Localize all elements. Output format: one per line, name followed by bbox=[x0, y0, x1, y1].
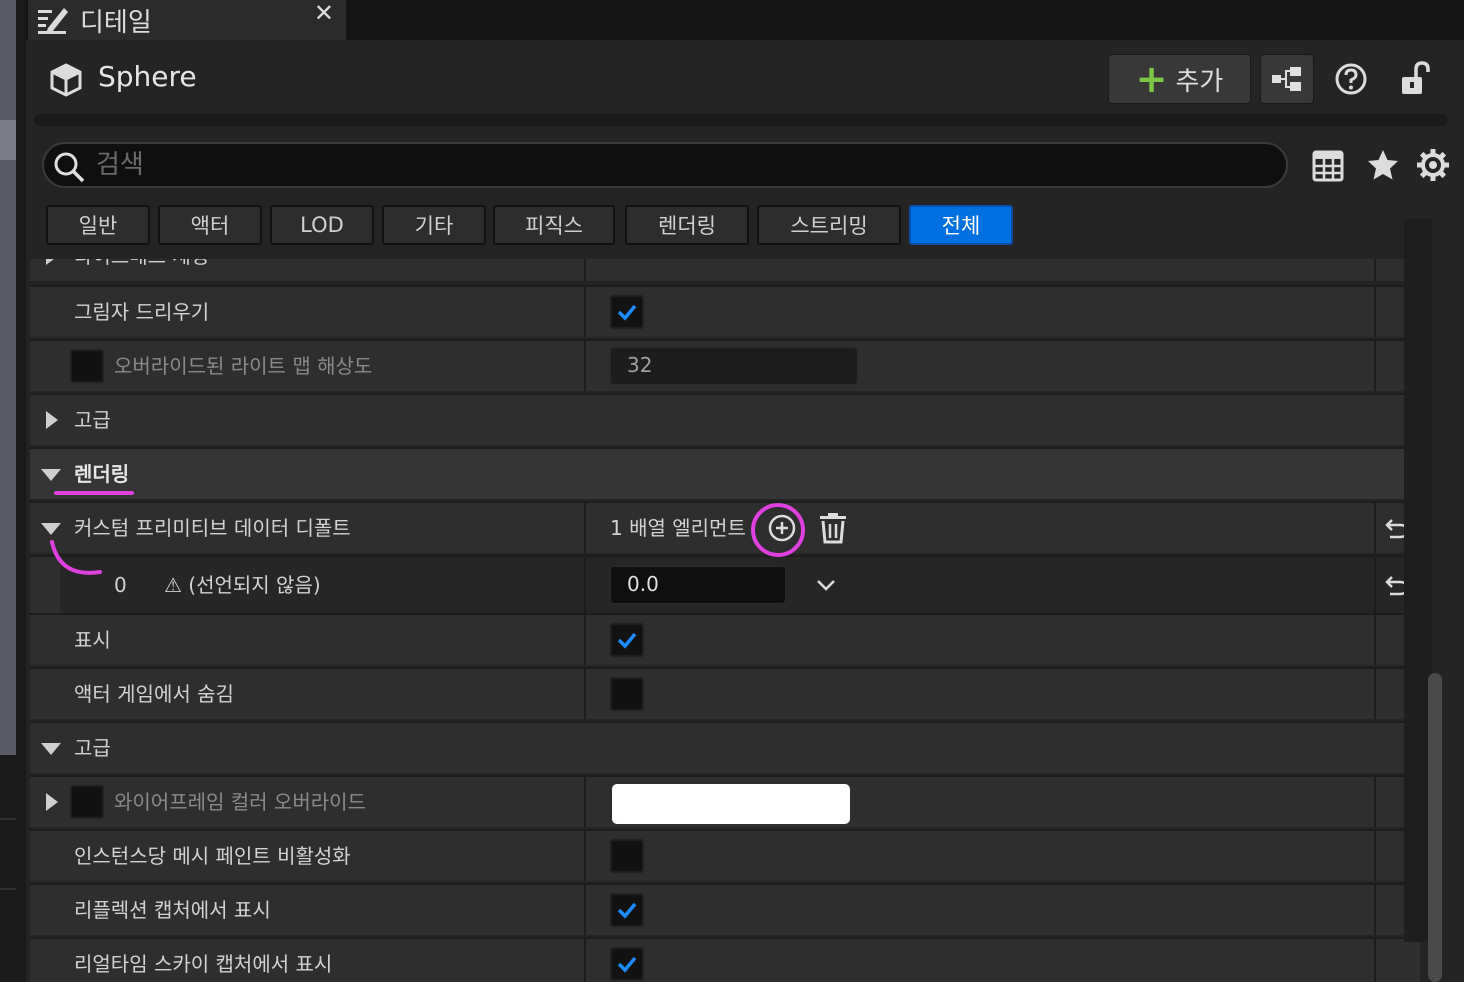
array-count-label: 1 배열 엘리먼트 bbox=[610, 516, 746, 540]
filter-streaming[interactable]: 스트리밍 bbox=[757, 205, 901, 245]
lightmap-resolution-field[interactable]: 32 bbox=[610, 347, 858, 385]
filter-actor[interactable]: 액터 bbox=[158, 205, 262, 245]
property-row-override-lightmap: 오버라이드된 라이트 맵 해상도 32 bbox=[30, 339, 1420, 391]
property-label: 고급 bbox=[74, 736, 111, 760]
object-name: Sphere bbox=[98, 60, 197, 93]
tab-bar: 디테일 ✕ bbox=[26, 0, 1464, 40]
viewport-highlight bbox=[0, 120, 16, 160]
filter-rendering[interactable]: 렌더링 bbox=[625, 205, 749, 245]
viewport-preview bbox=[0, 0, 16, 755]
element-value-field[interactable]: 0.0 bbox=[610, 566, 786, 604]
check-icon bbox=[617, 956, 637, 973]
cube-icon bbox=[50, 63, 82, 97]
annotation-curve bbox=[50, 540, 102, 575]
star-icon[interactable] bbox=[1366, 148, 1400, 182]
edge-divider bbox=[0, 888, 16, 890]
color-swatch[interactable] bbox=[612, 784, 850, 824]
collapse-arrow-icon[interactable] bbox=[41, 743, 61, 755]
element-warning: ⚠ (선언되지 않음) bbox=[164, 573, 321, 597]
property-label: 표시 bbox=[74, 628, 111, 652]
search-input[interactable] bbox=[96, 146, 1276, 184]
search-bar bbox=[42, 142, 1288, 188]
close-icon[interactable]: ✕ bbox=[314, 0, 334, 40]
property-row-cast-shadow: 그림자 드리우기 bbox=[30, 285, 1420, 337]
property-list: 라이트매스 세팅 그림자 드리우기 오버라이드된 라이트 맵 해상도 32 고급… bbox=[30, 259, 1420, 982]
chevron-down-icon[interactable] bbox=[816, 577, 836, 593]
filter-misc[interactable]: 기타 bbox=[382, 205, 486, 245]
annotation-underline bbox=[54, 491, 134, 495]
category-rendering[interactable]: 렌더링 bbox=[30, 447, 1420, 499]
override-lightmap-checkbox[interactable] bbox=[70, 349, 104, 383]
add-button-label: 추가 bbox=[1175, 66, 1224, 97]
collapse-arrow-icon[interactable] bbox=[41, 523, 61, 535]
add-component-button[interactable]: + 추가 bbox=[1108, 54, 1251, 104]
check-icon bbox=[617, 632, 637, 649]
help-icon[interactable] bbox=[1334, 62, 1368, 96]
expand-arrow-icon[interactable] bbox=[46, 259, 58, 265]
expand-arrow-icon[interactable] bbox=[46, 793, 58, 811]
property-label: 인스턴스당 메시 페인트 비활성화 bbox=[74, 844, 351, 868]
property-row-lightmass: 라이트매스 세팅 bbox=[30, 259, 1420, 281]
check-icon bbox=[617, 902, 637, 919]
edge-divider bbox=[0, 818, 16, 820]
trash-icon[interactable] bbox=[818, 512, 848, 544]
property-row-element-0: 0 ⚠ (선언되지 않음) 0.0 bbox=[30, 555, 1420, 613]
filter-all[interactable]: 전체 bbox=[909, 205, 1013, 245]
property-label: 커스텀 프리미티브 데이터 디폴트 bbox=[74, 516, 351, 540]
wireframe-override-checkbox[interactable] bbox=[70, 785, 104, 819]
blueprint-icon bbox=[1272, 67, 1301, 91]
property-row-custom-primitive-data: 커스텀 프리미티브 데이터 디폴트 1 배열 엘리먼트 bbox=[30, 501, 1420, 553]
property-row-sky-capture: 리얼타임 스카이 캡처에서 표시 bbox=[30, 937, 1420, 982]
panel-header: Sphere + 추가 bbox=[26, 40, 1464, 120]
details-panel: Sphere + 추가 검색 일반 액터 LOD 기타 피직스 렌더링 스트리밍… bbox=[26, 40, 1464, 982]
expand-arrow-icon[interactable] bbox=[46, 411, 58, 429]
property-row-advanced: 고급 bbox=[30, 393, 1420, 445]
tab-details[interactable]: 디테일 ✕ bbox=[28, 0, 346, 40]
property-label: 리플렉션 캡처에서 표시 bbox=[74, 898, 271, 922]
annotation-circle bbox=[751, 503, 805, 557]
property-row-visible: 표시 bbox=[30, 613, 1420, 665]
viewport-edge bbox=[0, 0, 26, 982]
hidden-in-game-checkbox[interactable] bbox=[610, 677, 644, 711]
pencil-icon bbox=[38, 8, 68, 34]
filter-lod[interactable]: LOD bbox=[270, 205, 374, 245]
property-row-reflection-capture: 리플렉션 캡처에서 표시 bbox=[30, 883, 1420, 935]
visible-checkbox[interactable] bbox=[610, 623, 644, 657]
property-label: 고급 bbox=[74, 408, 111, 432]
check-icon bbox=[617, 304, 637, 321]
disable-mesh-paint-checkbox[interactable] bbox=[610, 839, 644, 873]
property-row-disable-mesh-paint: 인스턴스당 메시 페인트 비활성화 bbox=[30, 829, 1420, 881]
grid-icon[interactable] bbox=[1312, 150, 1344, 182]
tab-title: 디테일 bbox=[80, 7, 152, 38]
unlock-icon[interactable] bbox=[1400, 60, 1434, 96]
property-row-wireframe-color: 와이어프레임 컬러 오버라이드 bbox=[30, 775, 1420, 827]
sky-capture-checkbox[interactable] bbox=[610, 947, 644, 981]
filter-physics[interactable]: 피직스 bbox=[493, 205, 615, 245]
property-label: 리얼타임 스카이 캡처에서 표시 bbox=[74, 952, 333, 976]
property-label: 그림자 드리우기 bbox=[74, 300, 210, 324]
collapse-arrow-icon[interactable] bbox=[41, 469, 61, 481]
property-label: 라이트매스 세팅 bbox=[74, 259, 209, 281]
scrollbar-thumb[interactable] bbox=[1428, 673, 1442, 982]
cast-shadow-checkbox[interactable] bbox=[610, 295, 644, 329]
filter-general[interactable]: 일반 bbox=[46, 205, 150, 245]
gear-icon[interactable] bbox=[1416, 148, 1450, 182]
plus-icon: + bbox=[1135, 57, 1168, 101]
property-label: 오버라이드된 라이트 맵 해상도 bbox=[114, 354, 373, 378]
search-icon bbox=[54, 152, 85, 183]
element-index: 0 bbox=[114, 573, 127, 597]
property-label: 와이어프레임 컬러 오버라이드 bbox=[114, 790, 366, 814]
property-row-advanced-rendering: 고급 bbox=[30, 721, 1420, 773]
property-label: 액터 게임에서 숨김 bbox=[74, 682, 234, 706]
reflection-capture-checkbox[interactable] bbox=[610, 893, 644, 927]
property-row-hidden-in-game: 액터 게임에서 숨김 bbox=[30, 667, 1420, 719]
header-divider bbox=[34, 114, 1448, 126]
blueprint-button[interactable] bbox=[1260, 54, 1314, 104]
